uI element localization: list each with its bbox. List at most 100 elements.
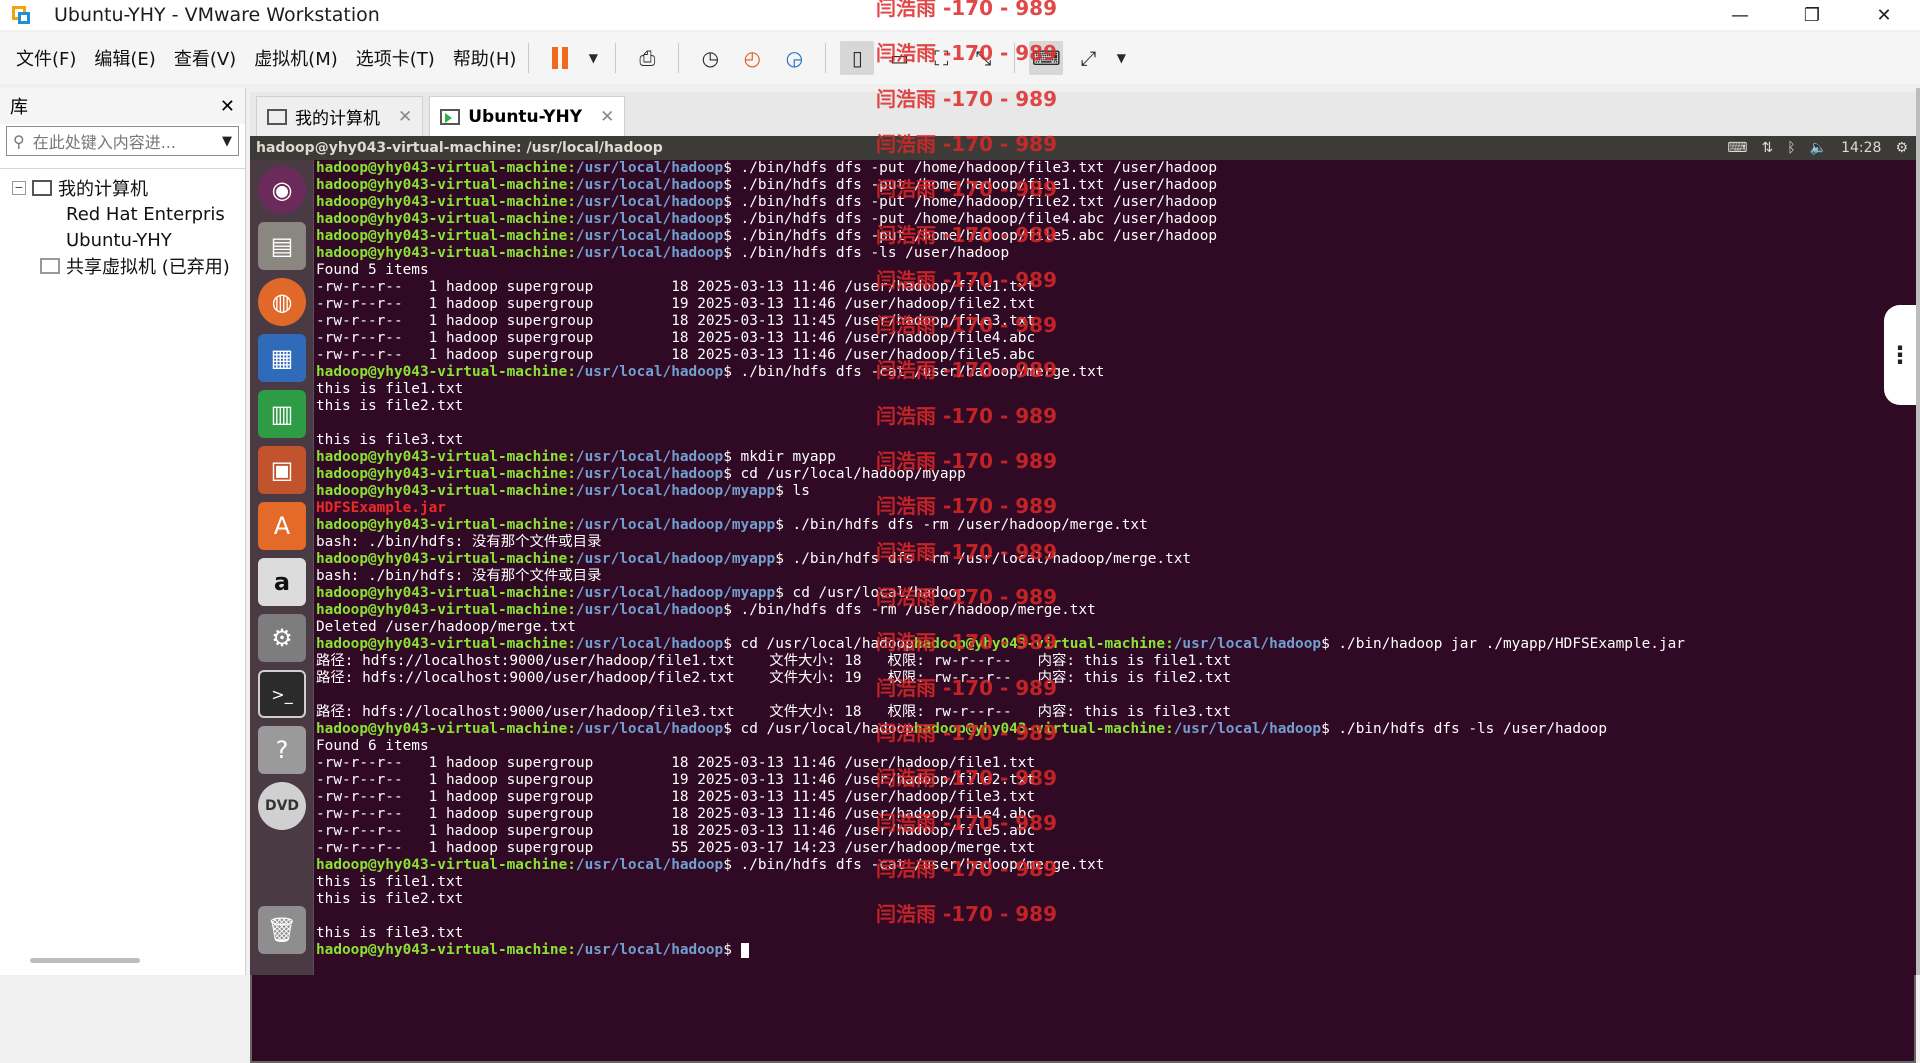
tree-item-ubuntu[interactable]: Ubuntu-YHY	[0, 224, 1916, 1063]
menu-vm[interactable]: 虚拟机(M)	[254, 45, 338, 71]
chevron-down-icon[interactable]: ▼	[222, 134, 232, 149]
close-button[interactable]: ✕	[1848, 0, 1920, 30]
ubuntu-top-panel: hadoop@yhy043-virtual-machine: /usr/loca…	[250, 136, 1916, 160]
calc-icon[interactable]: ▥	[258, 390, 306, 438]
vm-screen[interactable]: hadoop@yhy043-virtual-machine: /usr/loca…	[250, 136, 1916, 975]
output-text: Found 5 items	[316, 262, 429, 278]
prompt-path: /usr/local/hadoop	[575, 636, 724, 652]
menu-file[interactable]: 文件(F)	[16, 45, 76, 71]
minimize-button[interactable]: —	[1704, 0, 1776, 30]
tab-bar: 我的计算机 ✕ Ubuntu-YHY ✕	[250, 92, 1920, 136]
terminal-line: -rw-r--r-- 1 hadoop supergroup 18 2025-0…	[316, 823, 1882, 840]
tree-item-label: 共享虚拟机 (已弃用)	[66, 257, 230, 278]
terminal-icon[interactable]: >_	[258, 670, 306, 718]
menu-view[interactable]: 查看(V)	[174, 45, 236, 71]
settings-gear-icon[interactable]: ⚙	[1895, 140, 1908, 156]
pause-dropdown-icon[interactable]: ▼	[585, 41, 601, 75]
terminal-line: hadoop@yhy043-virtual-machine:/usr/local…	[316, 602, 1882, 619]
terminal-line: hadoop@yhy043-virtual-machine: /usr/local…	[316, 721, 1882, 738]
terminal-line: this is file1.txt	[316, 874, 1882, 891]
software-center-icon[interactable]: A	[258, 502, 306, 550]
library-title: 库	[10, 97, 28, 118]
prompt-user: hadoop@yhy043-virtual-machine:	[913, 721, 1174, 737]
output-text: this is file3.txt	[316, 432, 464, 448]
stretch-guest-icon[interactable]: ⤢	[1071, 41, 1105, 75]
pause-icon	[552, 47, 569, 69]
amazon-icon[interactable]: a	[258, 558, 306, 606]
command-text: ./bin/hadoop jar ./myapp/HDFSExample.jar	[1329, 636, 1685, 652]
writer-icon[interactable]: ▦	[258, 334, 306, 382]
help-icon[interactable]: ?	[258, 726, 306, 774]
terminal-line: 路径: hdfs://localhost:9000/user/hadoop/fi…	[316, 704, 1882, 721]
prompt-user: hadoop@yhy043-virtual-machine:	[913, 636, 1174, 652]
network-icon[interactable]: ⇅	[1762, 140, 1774, 156]
thumbnail-bar-icon[interactable]: ▭	[882, 41, 916, 75]
ubuntu-dash-icon[interactable]: ◉	[258, 166, 306, 214]
library-close-icon[interactable]: ✕	[220, 96, 235, 117]
output-text: -rw-r--r-- 1 hadoop supergroup 18 2025-0…	[316, 806, 1036, 822]
tab-ubuntu-yhy[interactable]: Ubuntu-YHY ✕	[429, 96, 626, 136]
tab-close-icon[interactable]: ✕	[398, 107, 412, 127]
output-text: -rw-r--r-- 1 hadoop supergroup 18 2025-0…	[316, 279, 1036, 295]
terminal-line: bash: ./bin/hdfs: 没有那个文件或目录	[316, 534, 1882, 551]
command-text: cd /usr/local/hadoop	[731, 636, 914, 652]
trash-icon[interactable]: 🗑	[258, 906, 306, 954]
output-text: -rw-r--r-- 1 hadoop supergroup 18 2025-0…	[316, 755, 1036, 771]
system-settings-icon[interactable]: ⚙	[258, 614, 306, 662]
tree-item-shared-vms[interactable]: 共享虚拟机 (已弃用)	[0, 253, 245, 279]
stretch-dropdown-icon[interactable]: ▼	[1113, 41, 1129, 75]
prompt-path: /usr/local/hadoop	[1173, 636, 1322, 652]
vm-side-scroll: ⋮	[1882, 160, 1916, 975]
prompt-path: /usr/local/hadoop	[575, 942, 724, 958]
prompt-symbol: $	[775, 517, 784, 533]
console-view-icon[interactable]: ⌨	[1029, 41, 1064, 75]
pause-vm-button[interactable]	[543, 41, 577, 75]
prompt-path: /usr/local/hadoop	[575, 449, 724, 465]
restore-button[interactable]: ❐	[1776, 0, 1848, 30]
menu-tabs[interactable]: 选项卡(T)	[356, 45, 435, 71]
keyboard-icon[interactable]: ⌨	[1727, 140, 1747, 156]
firefox-icon[interactable]: ◍	[258, 278, 306, 326]
dvd-icon[interactable]: DVD	[258, 782, 306, 830]
prompt-path: /usr/local/hadoop	[575, 721, 724, 737]
snapshot-icon[interactable]: ◷	[693, 41, 727, 75]
output-text: -rw-r--r-- 1 hadoop supergroup 19 2025-0…	[316, 296, 1036, 312]
terminal-line: -rw-r--r-- 1 hadoop supergroup 18 2025-0…	[316, 806, 1882, 823]
library-scrollbar[interactable]	[30, 958, 140, 963]
bluetooth-icon[interactable]: ᛒ	[1787, 140, 1795, 156]
ubuntu-launcher: ◉ ▤ ◍ ▦ ▥ ▣ A a ⚙ >_ ? DVD 🗑	[250, 160, 314, 975]
output-text: 路径: hdfs://localhost:9000/user/hadoop/fi…	[316, 670, 1231, 686]
snapshot-manager-icon[interactable]: ◶	[777, 41, 811, 75]
tab-close-icon[interactable]: ✕	[600, 107, 614, 127]
tab-my-computer[interactable]: 我的计算机 ✕	[256, 96, 424, 136]
terminal-line: hadoop@yhy043-virtual-machine:/usr/local…	[316, 228, 1882, 245]
prompt-symbol: $	[723, 857, 732, 873]
menu-help[interactable]: 帮助(H)	[453, 45, 517, 71]
command-text: ./bin/hdfs dfs -put /home/hadoop/file2.t…	[731, 194, 1218, 210]
prompt-user: hadoop@yhy043-virtual-machine:	[316, 551, 576, 567]
impress-icon[interactable]: ▣	[258, 446, 306, 494]
revert-snapshot-icon[interactable]: ◴	[735, 41, 769, 75]
show-library-icon[interactable]: ▯	[840, 41, 875, 75]
terminal-line: -rw-r--r-- 1 hadoop supergroup 18 2025-0…	[316, 789, 1882, 806]
tree-item-my-computer[interactable]: − 我的计算机	[0, 175, 245, 201]
tree-item-redhat[interactable]: Red Hat Enterpris	[0, 201, 1916, 1063]
terminal-output[interactable]: hadoop@yhy043-virtual-machine:/usr/local…	[316, 160, 1882, 975]
files-icon[interactable]: ▤	[258, 222, 306, 270]
volume-icon[interactable]: 🔈	[1810, 140, 1827, 156]
output-text: this is file2.txt	[316, 398, 464, 414]
terminal-line: hadoop@yhy043-virtual-machine:/usr/local…	[316, 177, 1882, 194]
prompt-user: hadoop@yhy043-virtual-machine:	[316, 364, 576, 380]
menu-edit[interactable]: 编辑(E)	[94, 45, 155, 71]
clock[interactable]: 14:28	[1841, 140, 1881, 156]
unity-icon[interactable]: ⤡	[966, 41, 1000, 75]
send-ctrl-alt-del-icon[interactable]: ⎙	[630, 41, 664, 75]
full-screen-icon[interactable]: ⛶	[924, 41, 958, 75]
terminal-line: -rw-r--r-- 1 hadoop supergroup 55 2025-0…	[316, 840, 1882, 857]
collapse-icon[interactable]: −	[12, 181, 26, 195]
library-search-input[interactable]: ⚲ 在此处键入内容进... ▼	[6, 126, 239, 156]
vm-side-handle-icon[interactable]: ⋮	[1884, 305, 1916, 405]
prompt-symbol: $	[723, 466, 732, 482]
